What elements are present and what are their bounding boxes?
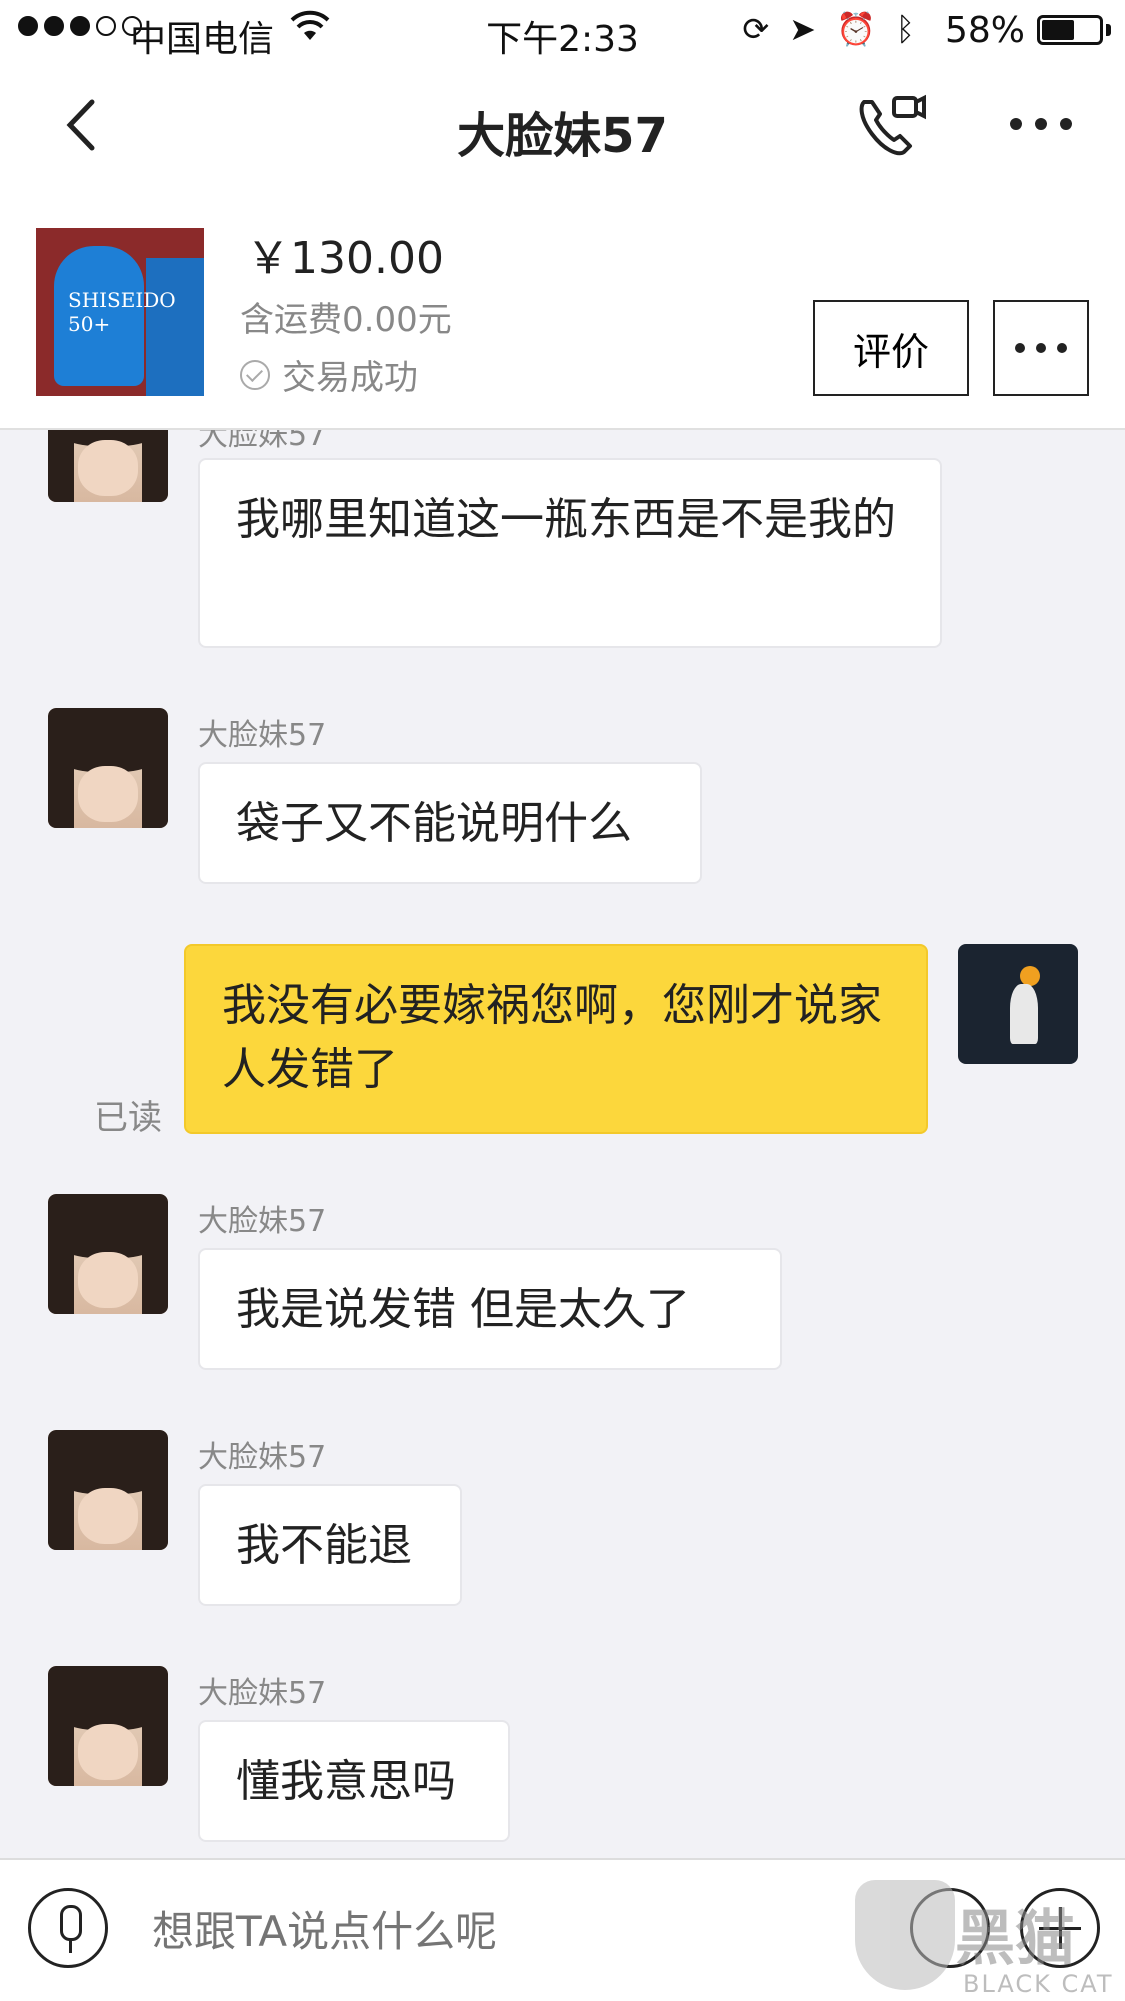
nav-bar: 大脸妹57 bbox=[0, 60, 1125, 190]
trade-status: 交易成功 bbox=[240, 350, 418, 399]
check-circle-icon bbox=[240, 359, 270, 390]
message-bubble[interactable]: 袋子又不能说明什么 bbox=[198, 762, 702, 884]
bluetooth-icon: ᛒ bbox=[895, 10, 915, 48]
avatar[interactable] bbox=[48, 708, 168, 828]
product-card[interactable]: SHISEIDO 50+ ￥130.00 含运费0.00元 交易成功 评价 bbox=[0, 190, 1125, 430]
battery-percent: 58% bbox=[944, 10, 1025, 51]
watermark-logo: 黑猫 BLACK CAT bbox=[855, 1880, 1125, 2001]
sender-name: 大脸妹57 bbox=[198, 1676, 327, 1711]
sender-name: 大脸妹57 bbox=[198, 1204, 327, 1239]
avatar[interactable] bbox=[48, 1194, 168, 1314]
battery-level-fill bbox=[1042, 20, 1075, 40]
product-price: ￥130.00 bbox=[246, 233, 444, 284]
watermark-text-en: BLACK CAT bbox=[963, 1970, 1114, 1998]
alarm-icon: ⏰ bbox=[835, 10, 876, 48]
thumbnail-brand: SHISEIDO 50+ bbox=[68, 288, 176, 336]
product-thumbnail[interactable]: SHISEIDO 50+ bbox=[36, 228, 204, 396]
more-icon[interactable] bbox=[1010, 118, 1072, 130]
lock-rotation-icon: ⟳ bbox=[742, 10, 770, 48]
sender-name: 大脸妹57 bbox=[198, 430, 327, 453]
message-bubble[interactable]: 我不能退 bbox=[198, 1484, 462, 1606]
cat-shield-icon bbox=[855, 1880, 955, 1990]
battery-icon bbox=[1037, 15, 1103, 45]
my-message-bubble[interactable]: 我没有必要嫁祸您啊，您刚才说家人发错了 bbox=[184, 944, 928, 1134]
rate-button[interactable]: 评价 bbox=[813, 300, 969, 396]
avatar[interactable] bbox=[48, 1430, 168, 1550]
message-bubble[interactable]: 我是说发错 但是太久了 bbox=[198, 1248, 782, 1370]
status-bar: 中国电信 下午2:33 ⟳ ➤ ⏰ ᛒ 58% bbox=[0, 0, 1125, 60]
message-bubble[interactable]: 我哪里知道这一瓶东西是不是我的 bbox=[198, 458, 942, 648]
chat-title: 大脸妹57 bbox=[457, 108, 668, 164]
shipping-fee: 含运费0.00元 bbox=[240, 300, 452, 340]
message-bubble[interactable]: 懂我意思吗 bbox=[198, 1720, 510, 1842]
product-more-button[interactable] bbox=[993, 300, 1089, 396]
trade-status-label: 交易成功 bbox=[282, 358, 418, 398]
watermark-text-cn: 黑猫 bbox=[955, 1904, 1075, 1974]
message-input[interactable] bbox=[150, 1900, 754, 1962]
microphone-icon[interactable] bbox=[28, 1888, 108, 1968]
sender-name: 大脸妹57 bbox=[198, 718, 327, 753]
sender-name: 大脸妹57 bbox=[198, 1440, 327, 1475]
avatar[interactable] bbox=[48, 430, 168, 502]
chat-area[interactable]: 大脸妹57 我哪里知道这一瓶东西是不是我的 大脸妹57 袋子又不能说明什么 已读… bbox=[0, 430, 1125, 1858]
avatar[interactable] bbox=[48, 1666, 168, 1786]
read-receipt: 已读 bbox=[94, 1098, 162, 1138]
my-avatar[interactable] bbox=[958, 944, 1078, 1064]
location-icon: ➤ bbox=[789, 10, 816, 48]
call-video-icon[interactable] bbox=[850, 88, 930, 168]
